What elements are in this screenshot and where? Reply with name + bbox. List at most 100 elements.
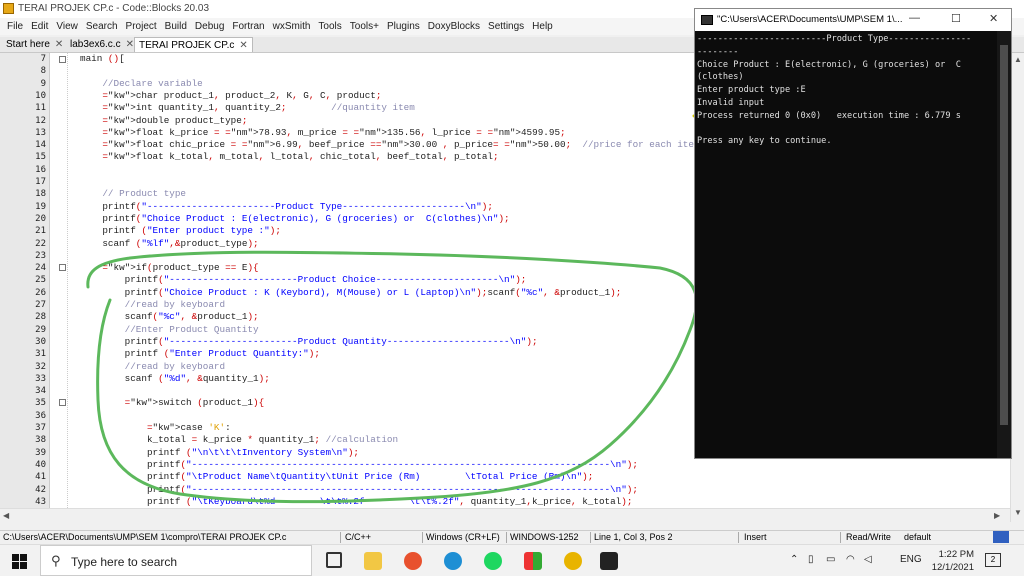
code-line[interactable]: ="kw">int quantity_1, quantity_2; //quan… [80, 102, 415, 113]
code-line[interactable]: printf("-----------------------Product T… [80, 201, 493, 212]
codeblocks-taskbar-icon[interactable] [524, 552, 542, 570]
status-insert-mode: Insert [744, 532, 767, 542]
line-number: 10 [35, 90, 46, 101]
code-line[interactable]: ="kw">switch (product_1){ [80, 397, 265, 408]
console-line: (clothes) [697, 72, 744, 83]
fold-toggle-icon[interactable] [59, 264, 66, 271]
firefox-icon[interactable] [404, 552, 422, 570]
menu-fortran[interactable]: Fortran [228, 21, 268, 32]
code-line[interactable]: ="kw">float k_price = ="nm">78.93, m_pri… [80, 127, 565, 138]
code-line[interactable]: printf ("\tKeyboard\t%d \t\t%.2f \t\t%.2… [80, 496, 633, 507]
scroll-right-icon[interactable]: ▶ [994, 511, 1000, 520]
code-line[interactable]: ="kw">float k_total, m_total, l_total, c… [80, 151, 498, 162]
line-number: 26 [35, 287, 46, 298]
task-view-icon[interactable] [326, 552, 342, 568]
code-line[interactable]: printf("Choice Product : E(electronic), … [80, 213, 509, 224]
language-indicator[interactable]: ENG [900, 554, 922, 565]
menu-build[interactable]: Build [161, 21, 191, 32]
menu-tools[interactable]: Tools [314, 21, 345, 32]
close-icon[interactable]: ✕ [55, 39, 63, 50]
menu-plugins[interactable]: Plugins [383, 21, 424, 32]
console-scroll-thumb[interactable] [1000, 45, 1008, 425]
windows-start-icon[interactable] [12, 554, 28, 570]
line-number: 38 [35, 435, 46, 446]
code-line[interactable]: printf("-----------------------Product C… [80, 274, 527, 285]
fold-toggle-icon[interactable] [59, 399, 66, 406]
tab-lab3ex6[interactable]: lab3ex6.c.c ✕ [66, 37, 138, 52]
scroll-up-icon[interactable]: ▲ [1014, 55, 1022, 64]
tray-chevron-icon[interactable]: ⌃ [790, 554, 798, 565]
code-line[interactable]: //Declare variable [80, 78, 202, 89]
code-line[interactable]: //read by keyboard [80, 361, 225, 372]
wifi-icon[interactable]: ◠ [846, 554, 855, 565]
console-title: "C:\Users\ACER\Documents\UMP\SEM 1\... [717, 14, 903, 25]
notification-icon[interactable]: 2 [985, 553, 1001, 567]
code-line[interactable]: printf("Choice Product : K (Keybord), M(… [80, 287, 622, 298]
menu-edit[interactable]: Edit [27, 21, 52, 32]
menu-debug[interactable]: Debug [191, 21, 228, 32]
menu-view[interactable]: View [52, 21, 82, 32]
line-number-gutter: 7 8 9 10 11 12 13 14 15 16 17 18 19 20 21 22 23 24 25 26 27 2… [0, 53, 50, 508]
line-number: 30 [35, 336, 46, 347]
console-scrollbar[interactable] [997, 31, 1011, 458]
chrome-icon[interactable] [564, 552, 582, 570]
console-window[interactable]: "C:\Users\ACER\Documents\UMP\SEM 1\... —… [694, 8, 1012, 459]
code-line[interactable]: ="kw">case 'K': [80, 422, 231, 433]
tray-device-icon[interactable]: ▯ [808, 554, 814, 565]
tab-label: TERAI PROJEK CP.c [139, 40, 235, 51]
horizontal-scrollbar[interactable]: ◀ ▶ [0, 508, 1010, 522]
status-cursor-position: Line 1, Col 3, Pos 2 [594, 532, 673, 542]
menu-search[interactable]: Search [82, 21, 122, 32]
menu-settings[interactable]: Settings [484, 21, 528, 32]
code-line[interactable]: ="kw">char product_1, product_2, K, G, C… [80, 90, 381, 101]
code-line[interactable]: ="kw">double product_type; [80, 115, 247, 126]
code-line[interactable]: printf ("Enter product type :"); [80, 225, 281, 236]
close-icon[interactable]: ✕ [239, 40, 247, 51]
console-line: -------- [697, 46, 739, 57]
code-line[interactable]: main ()[ [80, 53, 125, 64]
code-line[interactable]: k_total = k_price * quantity_1; //calcul… [80, 434, 398, 445]
menu-doxyblocks[interactable]: DoxyBlocks [424, 21, 484, 32]
code-line[interactable]: ="kw">if(product_type == E){ [80, 262, 258, 273]
code-line[interactable]: printf ("Enter Product Quantity:"); [80, 348, 320, 359]
minimize-button[interactable]: — [909, 12, 920, 24]
code-line[interactable]: printf("\tProduct Name\tQuantity\tUnit P… [80, 471, 593, 482]
code-line[interactable]: printf("--------------------------------… [80, 484, 638, 495]
line-number: 25 [35, 275, 46, 286]
vertical-scrollbar[interactable]: ▲ ▼ [1010, 53, 1024, 522]
code-line[interactable]: scanf ("%lf",&product_type); [80, 238, 258, 249]
code-line[interactable]: printf ("\n\t\t\tInventory System\n"); [80, 447, 359, 458]
scroll-down-icon[interactable]: ▼ [1014, 508, 1022, 517]
edge-icon[interactable] [444, 552, 462, 570]
maximize-button[interactable]: ☐ [951, 12, 961, 25]
code-line[interactable]: //read by keyboard [80, 299, 225, 310]
code-line[interactable]: printf("-----------------------Product Q… [80, 336, 538, 347]
code-line[interactable]: // Product type [80, 188, 186, 199]
code-line[interactable]: ="kw">float chic_price = ="nm">6.99, bee… [80, 139, 699, 150]
file-explorer-icon[interactable] [364, 552, 382, 570]
spotify-icon[interactable] [484, 552, 502, 570]
code-line[interactable]: printf("--------------------------------… [80, 459, 638, 470]
line-number: 9 [40, 78, 46, 89]
menu-wxsmith[interactable]: wxSmith [269, 21, 315, 32]
volume-icon[interactable]: ◁ [864, 554, 872, 565]
line-number: 42 [35, 484, 46, 495]
tab-terai-projek[interactable]: TERAI PROJEK CP.c ✕ [134, 37, 253, 52]
close-icon[interactable]: ✕ [126, 39, 134, 50]
menu-file[interactable]: File [3, 21, 27, 32]
code-line[interactable]: //Enter Product Quantity [80, 324, 259, 335]
code-line[interactable]: scanf ("%d", &quantity_1); [80, 373, 270, 384]
tab-start-here[interactable]: Start here ✕ [2, 37, 67, 52]
clock[interactable]: 1:22 PM 12/1/2021 [924, 548, 974, 574]
menu-help[interactable]: Help [528, 21, 557, 32]
menu-tools-[interactable]: Tools+ [346, 21, 383, 32]
close-button[interactable]: ✕ [989, 12, 998, 25]
scroll-left-icon[interactable]: ◀ [3, 511, 9, 520]
console-taskbar-icon[interactable] [600, 552, 618, 570]
taskbar-search-box[interactable]: ⚲ Type here to search [40, 545, 312, 576]
code-line[interactable]: scanf("%c", &product_1); [80, 311, 259, 322]
battery-icon[interactable]: ▭ [826, 554, 835, 565]
line-number: 43 [35, 496, 46, 507]
menu-project[interactable]: Project [122, 21, 161, 32]
fold-toggle-icon[interactable] [59, 56, 66, 63]
